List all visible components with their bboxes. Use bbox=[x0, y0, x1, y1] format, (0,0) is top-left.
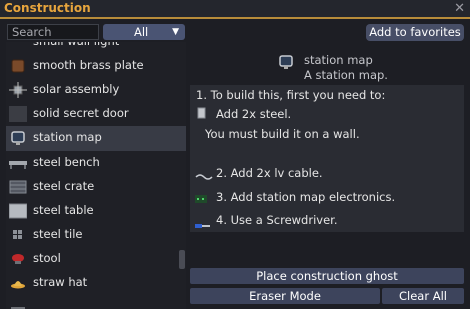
construction-steps: 1. To build this, first you need to: Add… bbox=[190, 85, 464, 232]
list-item-label: stool bbox=[33, 251, 61, 265]
steel-sheet-icon bbox=[197, 107, 206, 119]
crate-icon bbox=[9, 179, 27, 195]
step-material: Add 2x steel. bbox=[216, 107, 292, 121]
wall-light-icon bbox=[9, 42, 27, 50]
item-icon bbox=[9, 299, 27, 309]
list-item-label: solid secret door bbox=[33, 106, 129, 120]
list-item-solid-secret-door[interactable]: solid secret door bbox=[6, 102, 186, 126]
table-icon bbox=[8, 203, 28, 219]
screwdriver-icon bbox=[195, 217, 210, 228]
search-input[interactable] bbox=[7, 24, 99, 40]
secret-door-icon bbox=[9, 106, 27, 122]
list-item-steel-bench[interactable]: steel bench bbox=[6, 151, 186, 175]
chevron-down-icon: ▼ bbox=[172, 27, 179, 37]
cable-icon bbox=[195, 171, 213, 181]
category-dropdown[interactable]: All ▼ bbox=[103, 24, 185, 40]
list-item-smooth-brass-plate[interactable]: smooth brass plate bbox=[6, 54, 186, 78]
step-intro: 1. To build this, first you need to: bbox=[196, 88, 386, 102]
stool-icon bbox=[9, 251, 27, 267]
list-item-steel-tile[interactable]: steel tile bbox=[6, 223, 186, 247]
list-item-steel-table[interactable]: steel table bbox=[6, 199, 186, 223]
solar-assembly-icon bbox=[9, 82, 27, 98]
list-item-label: steel tile bbox=[33, 227, 83, 241]
brass-plate-icon bbox=[9, 58, 27, 74]
straw-hat-icon bbox=[9, 275, 27, 291]
bench-icon bbox=[9, 155, 27, 171]
list-item-label: steel crate bbox=[33, 179, 95, 193]
list-item-label: solar assembly bbox=[33, 82, 120, 96]
eraser-mode-button[interactable]: Eraser Mode bbox=[190, 288, 380, 304]
list-item-label: steel table bbox=[33, 203, 94, 217]
list-item-steel-crate[interactable]: steel crate bbox=[6, 175, 186, 199]
close-icon[interactable]: ✕ bbox=[454, 0, 465, 17]
step-screwdriver: 4. Use a Screwdriver. bbox=[216, 213, 338, 227]
item-list[interactable]: small wall light smooth brass plate sola… bbox=[6, 42, 186, 309]
station-map-icon bbox=[278, 54, 294, 70]
preview-name: station map bbox=[304, 53, 373, 67]
list-item-label: straw hat bbox=[33, 275, 88, 289]
station-map-icon bbox=[9, 130, 27, 146]
list-item-solar-assembly[interactable]: solar assembly bbox=[6, 78, 186, 102]
place-construction-ghost-button[interactable]: Place construction ghost bbox=[190, 268, 464, 284]
list-item-straw-hat[interactable]: straw hat bbox=[6, 271, 186, 295]
tile-icon bbox=[9, 227, 27, 243]
list-item-label: station map bbox=[33, 130, 102, 144]
clear-all-button[interactable]: Clear All bbox=[382, 288, 464, 304]
window-title: Construction bbox=[4, 1, 91, 15]
step-note: You must build it on a wall. bbox=[205, 127, 360, 141]
category-selected: All bbox=[134, 25, 149, 39]
list-item-small-wall-light[interactable]: small wall light bbox=[6, 42, 186, 54]
list-item-stool[interactable]: stool bbox=[6, 247, 186, 271]
add-to-favorites-button[interactable]: Add to favorites bbox=[366, 24, 464, 41]
list-scrollbar[interactable] bbox=[179, 250, 185, 269]
electronics-icon bbox=[195, 192, 207, 203]
step-cable: 2. Add 2x lv cable. bbox=[216, 166, 323, 180]
list-item-label: steel bench bbox=[33, 155, 100, 169]
list-item-partial bbox=[6, 295, 186, 309]
window-titlebar: Construction ✕ bbox=[0, 0, 470, 19]
list-item-label: smooth brass plate bbox=[33, 58, 144, 72]
list-item-station-map[interactable]: station map bbox=[6, 126, 186, 151]
list-item-label: small wall light bbox=[33, 42, 119, 52]
step-electronics: 3. Add station map electronics. bbox=[216, 190, 396, 204]
preview-description: A station map. bbox=[304, 68, 388, 82]
